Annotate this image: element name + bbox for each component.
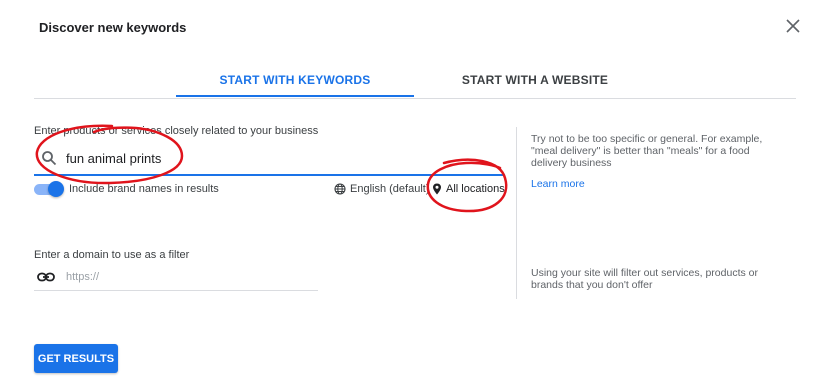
domain-hint-text: Using your site will filter out services… xyxy=(531,267,758,291)
domain-hint-panel: Using your site will filter out services… xyxy=(516,261,781,297)
discover-keywords-dialog: Discover new keywords START WITH KEYWORD… xyxy=(0,0,819,381)
keywords-input-container[interactable] xyxy=(34,142,504,176)
tab-start-with-website[interactable]: START WITH A WEBSITE xyxy=(414,62,656,97)
domain-input-container[interactable] xyxy=(34,264,318,291)
close-icon xyxy=(786,19,800,33)
globe-icon xyxy=(334,183,346,195)
active-tab-indicator xyxy=(176,95,414,97)
language-label: English (default) xyxy=(350,183,430,195)
dialog-title: Discover new keywords xyxy=(39,20,187,35)
brand-names-toggle[interactable] xyxy=(34,181,64,197)
domain-field-label: Enter a domain to use as a filter xyxy=(34,249,190,261)
keywords-hint-text: Try not to be too specific or general. F… xyxy=(531,133,763,169)
tab-bar: START WITH KEYWORDS START WITH A WEBSITE xyxy=(34,62,796,99)
close-button[interactable] xyxy=(783,16,803,36)
location-label: All locations xyxy=(446,183,505,195)
location-pin-icon xyxy=(433,183,441,195)
get-results-button[interactable]: GET RESULTS xyxy=(34,344,118,373)
domain-input[interactable] xyxy=(66,268,306,286)
toggle-knob xyxy=(48,181,64,197)
search-icon xyxy=(42,151,57,166)
location-selector[interactable]: All locations xyxy=(432,181,505,197)
language-selector[interactable]: English (default) xyxy=(334,181,430,197)
brand-names-toggle-label: Include brand names in results xyxy=(69,183,219,195)
learn-more-link[interactable]: Learn more xyxy=(531,178,585,190)
keywords-input[interactable] xyxy=(66,148,486,168)
tab-start-with-keywords[interactable]: START WITH KEYWORDS xyxy=(176,62,414,97)
link-icon xyxy=(37,272,55,282)
keywords-field-label: Enter products or services closely relat… xyxy=(34,125,319,137)
